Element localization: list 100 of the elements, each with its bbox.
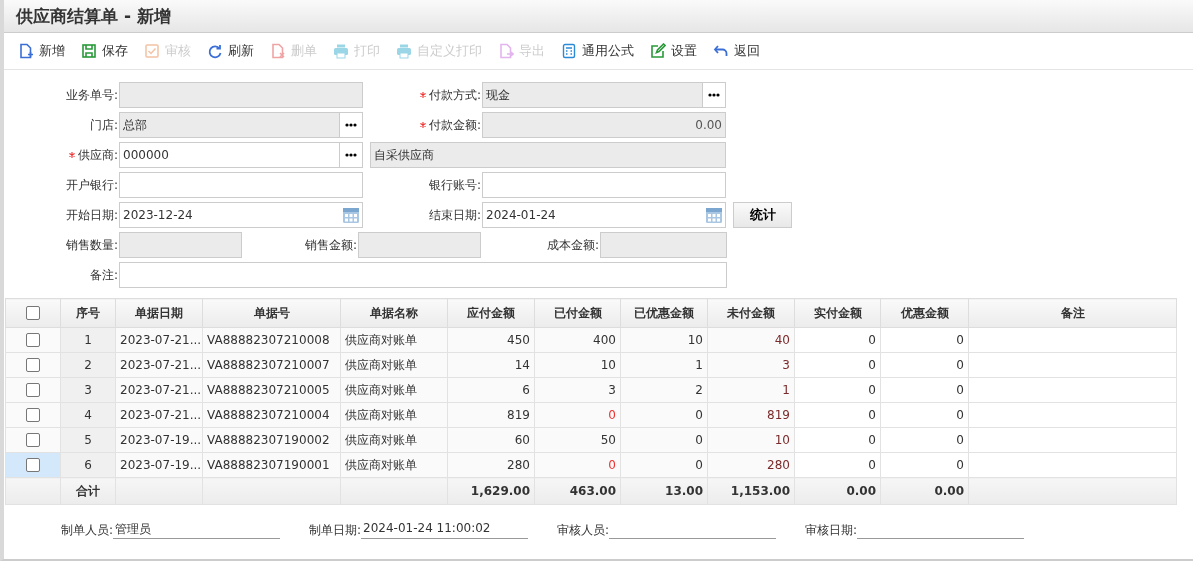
table-cell: 供应商对账单 <box>340 327 448 353</box>
row-checkbox[interactable] <box>26 458 40 473</box>
table-cell: 1 <box>620 352 708 378</box>
table-cell: 供应商对账单 <box>340 352 448 378</box>
input-field[interactable] <box>119 82 363 108</box>
table-cell: 供应商对账单 <box>340 452 448 478</box>
field-label: 门店: <box>89 116 118 134</box>
field-label: 成本金额: <box>546 236 599 254</box>
printer-icon <box>333 43 349 59</box>
table-cell: 0 <box>880 352 969 378</box>
remark-field[interactable] <box>119 262 727 288</box>
table-cell: 0 <box>794 402 881 428</box>
column-header[interactable]: 备注 <box>968 298 1177 328</box>
table-cell: VA88882307210008 <box>202 327 341 353</box>
column-header[interactable]: 单据日期 <box>115 298 203 328</box>
table-cell: 50 <box>534 427 621 453</box>
table-cell: 0 <box>880 452 969 478</box>
input-field[interactable]: 现金 <box>482 82 726 108</box>
table-cell: 60 <box>447 427 535 453</box>
field-label: 制单人员: <box>61 522 114 539</box>
total-cell: 463.00 <box>534 477 621 505</box>
field-label: 备注: <box>89 266 118 284</box>
row-selector-cell[interactable] <box>5 402 61 428</box>
page-title: 供应商结算单 - 新增 <box>16 4 171 28</box>
more-button[interactable] <box>702 83 725 107</box>
table-cell: 3 <box>707 352 795 378</box>
printer-icon <box>396 43 412 59</box>
table-cell: 2023-07-21... <box>115 377 203 403</box>
input-field[interactable]: 000000 <box>119 142 363 168</box>
input-field[interactable] <box>119 172 363 198</box>
column-header[interactable]: 已付金额 <box>534 298 621 328</box>
column-header[interactable]: 单据名称 <box>340 298 448 328</box>
ellipsis-icon <box>708 93 720 97</box>
column-header[interactable]: 应付金额 <box>447 298 535 328</box>
checkbox-icon <box>144 43 160 59</box>
input-field[interactable]: 2023-12-24 <box>119 202 363 228</box>
table-cell: 0 <box>534 452 621 478</box>
toolbar-button[interactable]: 刷新 <box>199 40 262 62</box>
select-all-checkbox[interactable] <box>26 306 40 321</box>
column-header[interactable]: 单据号 <box>202 298 341 328</box>
calendar-icon[interactable] <box>705 206 723 224</box>
total-cell: 0.00 <box>794 477 881 505</box>
input-field[interactable]: 2024-01-24 <box>482 202 726 228</box>
column-header[interactable]: 优惠金额 <box>880 298 969 328</box>
row-checkbox[interactable] <box>26 333 40 348</box>
table-cell: 0 <box>880 327 969 353</box>
field-label: 供应商: <box>77 146 118 164</box>
field-label: 制单日期: <box>309 522 362 539</box>
table-cell: VA88882307210007 <box>202 352 341 378</box>
more-button[interactable] <box>339 113 362 137</box>
toolbar-button[interactable]: 返回 <box>705 40 768 62</box>
table-cell: 0 <box>620 452 708 478</box>
row-selector-cell[interactable] <box>5 427 61 453</box>
export-document-icon <box>498 43 514 59</box>
field-label: 银行账号: <box>428 176 481 194</box>
row-checkbox[interactable] <box>26 433 40 448</box>
toolbar-button[interactable]: 设置 <box>642 40 705 62</box>
table-cell: 供应商对账单 <box>340 427 448 453</box>
input-field[interactable]: 0.00 <box>482 112 726 138</box>
row-selector-cell[interactable] <box>5 327 61 353</box>
column-header[interactable]: 已优惠金额 <box>620 298 708 328</box>
field-label: 付款方式: <box>428 86 481 104</box>
total-cell: 1,153.00 <box>707 477 795 505</box>
table-cell: VA88882307190002 <box>202 427 341 453</box>
row-selector-cell[interactable] <box>5 452 61 478</box>
fill-in-line: 2024-01-24 11:00:02 <box>361 521 529 539</box>
column-header[interactable]: 序号 <box>60 298 116 328</box>
supplier-name-field: 自采供应商 <box>370 142 726 168</box>
toolbar-button[interactable]: 新增 <box>10 40 73 62</box>
row-selector-cell[interactable] <box>5 352 61 378</box>
table-cell: 2023-07-19... <box>115 427 203 453</box>
table-cell: 1 <box>707 377 795 403</box>
input-field[interactable] <box>482 172 726 198</box>
table-cell: 2 <box>620 377 708 403</box>
table-cell: 2023-07-21... <box>115 327 203 353</box>
table-cell: 0 <box>880 377 969 403</box>
column-header[interactable]: 未付金额 <box>707 298 795 328</box>
calculate-button[interactable]: 统计 <box>733 202 792 228</box>
input-field[interactable]: 总部 <box>119 112 363 138</box>
field-label: 销售金额: <box>304 236 357 254</box>
row-checkbox[interactable] <box>26 408 40 423</box>
table-cell: 2023-07-21... <box>115 402 203 428</box>
table-cell: 819 <box>707 402 795 428</box>
total-cell: 13.00 <box>620 477 708 505</box>
calendar-icon[interactable] <box>342 206 360 224</box>
column-header[interactable]: 实付金额 <box>794 298 881 328</box>
toolbar-button[interactable]: 保存 <box>73 40 136 62</box>
row-checkbox[interactable] <box>26 358 40 373</box>
table-cell: 2023-07-19... <box>115 452 203 478</box>
edit-icon <box>650 43 666 59</box>
row-checkbox[interactable] <box>26 383 40 398</box>
toolbar-button[interactable]: 通用公式 <box>553 40 642 62</box>
table-cell: 280 <box>447 452 535 478</box>
new-document-icon <box>18 43 34 59</box>
table-cell: 0 <box>534 402 621 428</box>
table-cell: 供应商对账单 <box>340 402 448 428</box>
row-selector-cell[interactable] <box>5 377 61 403</box>
field-label: 销售数量: <box>65 236 118 254</box>
total-cell: 1,629.00 <box>447 477 535 505</box>
total-cell: 0.00 <box>880 477 969 505</box>
